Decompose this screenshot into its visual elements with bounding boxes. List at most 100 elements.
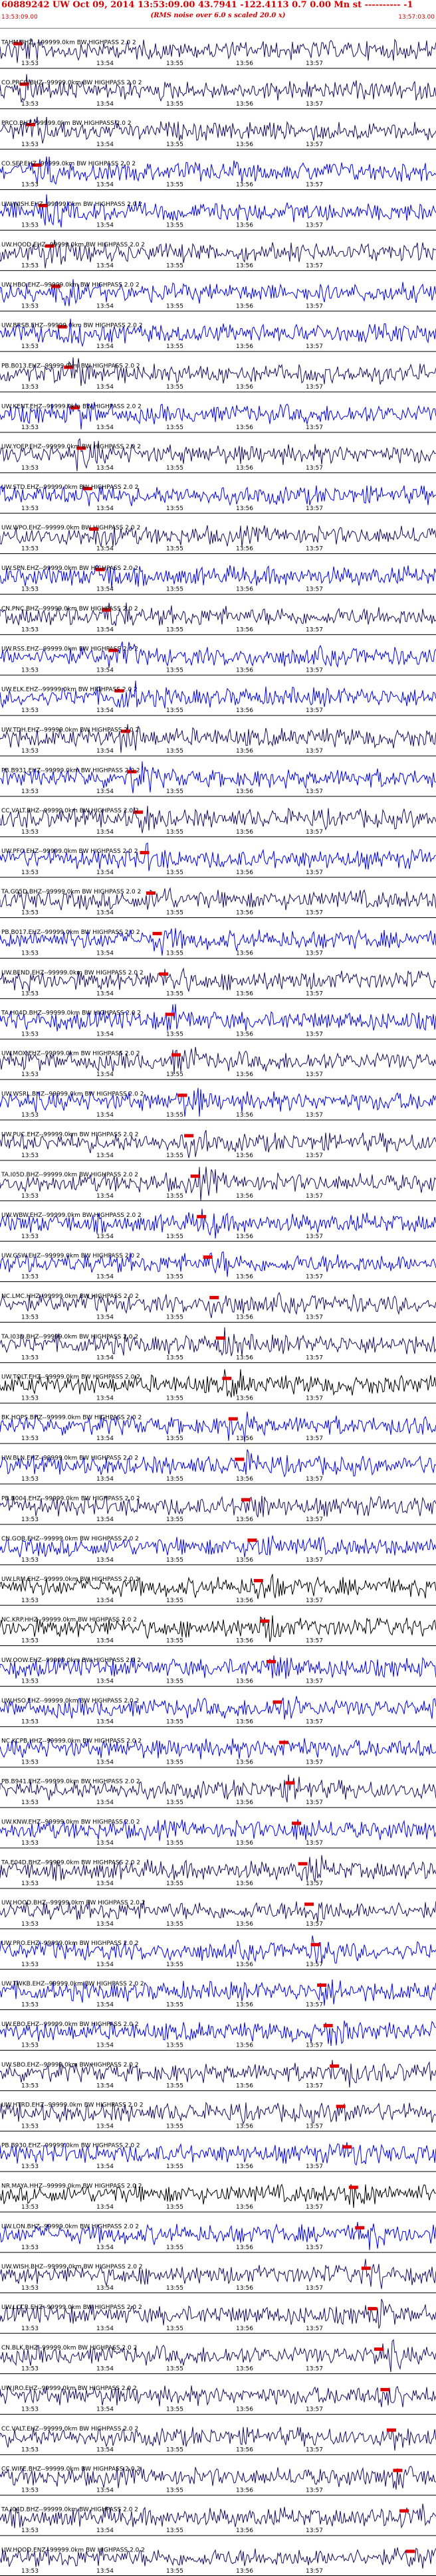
time-tick-label: 13:53 xyxy=(21,1315,39,1321)
time-tick-label: 13:53 xyxy=(21,1435,39,1442)
time-tick-label: 13:54 xyxy=(96,1476,114,1483)
trace-row: UW.PRO.EHZ--99999.0km BW HIGHPASS 2.0 2 1… xyxy=(0,1928,436,1968)
trace-row: NR.MAYA.HHZ--99999.0km BW HIGHPASS 2.0 2… xyxy=(0,2171,436,2211)
time-tick-label: 13:57 xyxy=(306,182,323,189)
time-tick-label: 13:54 xyxy=(96,2204,114,2211)
time-tick-label: 13:57 xyxy=(306,991,323,998)
phase-pick-marker xyxy=(222,1376,232,1380)
time-tick-label: 13:56 xyxy=(236,1921,253,1928)
time-tick-label: 13:54 xyxy=(96,424,114,431)
trace-row: TA.I04D.BHZ--99999.0km BW HIGHPASS 2.0 2… xyxy=(0,2494,436,2534)
time-tick-label: 13:56 xyxy=(236,1435,253,1442)
trace-row: UW.LON.BHZ--99999.0km BW HIGHPASS 2.0 2 1… xyxy=(0,2211,436,2251)
time-tick-label: 13:55 xyxy=(166,1598,183,1604)
time-tick-label: 13:54 xyxy=(96,1962,114,1968)
trace-row: CC.VALT.BHZ--99999.0km BW HIGHPASS 2.0 2… xyxy=(0,796,436,836)
trace-row: UW.RSS.EHZ--99999.0km BW HIGHPASS 2.0 2 1… xyxy=(0,634,436,674)
time-tick-label: 13:54 xyxy=(96,1395,114,1402)
time-tick-label: 13:53 xyxy=(21,2163,39,2170)
time-tick-label: 13:53 xyxy=(21,2528,39,2534)
channel-label: UW.OOW.EHZ--99999.0km BW HIGHPASS 2.0 2 xyxy=(1,1657,141,1664)
phase-pick-marker xyxy=(247,1538,257,1542)
time-tick-label: 13:56 xyxy=(236,1071,253,1078)
phase-pick-marker xyxy=(209,1295,219,1299)
time-tick-label: 13:54 xyxy=(96,1152,114,1159)
time-tick-label: 13:55 xyxy=(166,1517,183,1523)
time-tick-label: 13:55 xyxy=(166,1315,183,1321)
waveform-trace xyxy=(0,74,436,103)
time-tick-label: 13:57 xyxy=(306,2447,323,2454)
time-tick-label: 13:57 xyxy=(306,2285,323,2292)
event-title: 60889242 UW Oct 09, 2014 13:53:09.00 43.… xyxy=(1,0,413,10)
trace-row: UW.PUC.EHZ--99999.0km BW HIGHPASS 2.0 2 1… xyxy=(0,1119,436,1159)
time-tick-label: 13:55 xyxy=(166,465,183,472)
time-tick-label: 13:54 xyxy=(96,1517,114,1523)
time-tick-label: 13:53 xyxy=(21,829,39,836)
time-tick-label: 13:56 xyxy=(236,182,253,189)
time-tick-label: 13:55 xyxy=(166,1152,183,1159)
phase-pick-marker xyxy=(361,2266,371,2270)
time-tick-label: 13:56 xyxy=(236,1557,253,1564)
channel-label: UW.PUC.EHZ--99999.0km BW HIGHPASS 2.0 2 xyxy=(1,1131,138,1138)
channel-label: TAHM.BHZ..--99999.0km BW HIGHPASS 2.0 2 xyxy=(1,39,136,46)
time-tick-label: 13:53 xyxy=(21,384,39,391)
time-tick-label: 13:53 xyxy=(21,1799,39,1806)
phase-pick-marker xyxy=(184,1134,194,1138)
phase-pick-marker xyxy=(279,1740,288,1744)
time-tick-label: 13:56 xyxy=(236,1031,253,1038)
trace-row: TA.G05D.BHZ--99999.0km BW HIGHPASS 2.0 2… xyxy=(0,877,436,917)
time-tick-label: 13:57 xyxy=(306,1799,323,1806)
time-tick-label: 13:57 xyxy=(306,1598,323,1604)
time-tick-label: 13:57 xyxy=(306,1112,323,1119)
time-tick-label: 13:54 xyxy=(96,870,114,876)
trace-row: TA.E04D.BHZ--99999.0km BW HIGHPASS 2.0 2… xyxy=(0,1847,436,1887)
time-tick-label: 13:53 xyxy=(21,1152,39,1159)
time-tick-label: 13:56 xyxy=(236,951,253,957)
phase-pick-marker xyxy=(285,1781,295,1785)
time-tick-label: 13:54 xyxy=(96,2447,114,2454)
time-tick-label: 13:54 xyxy=(96,2043,114,2049)
time-tick-label: 13:57 xyxy=(306,384,323,391)
time-tick-label: 13:56 xyxy=(236,1962,253,1968)
time-tick-label: 13:54 xyxy=(96,263,114,270)
time-tick-label: 13:55 xyxy=(166,506,183,512)
trace-row: UW.PFO.EHZ--99999.0km BW HIGHPASS 2.0 2 1… xyxy=(0,836,436,876)
channel-label: UW.MOX.EHZ--99999.0km BW HIGHPASS 2.0 2 xyxy=(1,1051,140,1058)
trace-row: UW.BRSB.EHZ--99999.0km BW HIGHPASS 2.0 2… xyxy=(0,310,436,350)
channel-label: UW.JRO.EHZ--99999.0km BW HIGHPASS 2.0 2 xyxy=(1,2385,137,2392)
time-tick-label: 13:56 xyxy=(236,870,253,876)
time-tick-label: 13:53 xyxy=(21,1881,39,1887)
time-tick-label: 13:55 xyxy=(166,1921,183,1928)
time-tick-label: 13:55 xyxy=(166,1031,183,1038)
time-tick-label: 13:56 xyxy=(236,2245,253,2251)
time-tick-label: 13:57 xyxy=(306,1759,323,1766)
trace-row: UW.STD.EHZ--99999.0km BW HIGHPASS 2.0 2 1… xyxy=(0,472,436,512)
time-tick-label: 13:57 xyxy=(306,263,323,270)
time-tick-label: 13:53 xyxy=(21,182,39,189)
time-tick-label: 13:57 xyxy=(306,2568,323,2575)
trace-row: PB.B941.EHZ--99999.0km BW HIGHPASS 2.0 2… xyxy=(0,1766,436,1806)
seismogram-plot: TAHM.BHZ..--99999.0km BW HIGHPASS 2.0 2 1… xyxy=(0,28,436,2576)
time-tick-label: 13:55 xyxy=(166,707,183,714)
trace-row: UW.HSO.EHZ--99999.0km BW HIGHPASS 2.0 2 1… xyxy=(0,1685,436,1726)
trace-row: UW.WBW.EHZ--99999.0km BW HIGHPASS 2.0 2 1… xyxy=(0,1200,436,1240)
channel-label: UW.BEND.EHZ--99999.0km BW HIGHPASS 2.0 2 xyxy=(1,970,144,976)
time-tick-label: 13:53 xyxy=(21,1395,39,1402)
time-tick-label: 13:56 xyxy=(236,1395,253,1402)
waveform-trace xyxy=(0,1004,436,1032)
phase-pick-marker xyxy=(177,1093,187,1097)
phase-pick-marker xyxy=(190,1174,200,1178)
time-tick-label: 13:53 xyxy=(21,2487,39,2494)
time-tick-label: 13:55 xyxy=(166,424,183,431)
time-tick-label: 13:53 xyxy=(21,2002,39,2009)
time-tick-label: 13:56 xyxy=(236,1799,253,1806)
time-tick-label: 13:57 xyxy=(306,1962,323,1968)
time-tick-label: 13:56 xyxy=(236,1598,253,1604)
time-tick-label: 13:54 xyxy=(96,1557,114,1564)
trace-row: UW.BLN.EHZ--99999.0km BW HIGHPASS 2.0 2 1… xyxy=(0,1443,436,1483)
trace-row: UW.EBO.EHZ--99999.0km BW HIGHPASS 2.0 2 1… xyxy=(0,2009,436,2049)
channel-label: UW.TWKB.EHZ--99999.0km BW HIGHPASS 2.0 2 xyxy=(1,1981,144,1987)
phase-pick-marker xyxy=(355,2226,365,2230)
time-tick-label: 13:57 xyxy=(306,2002,323,2009)
time-tick-label: 13:54 xyxy=(96,1759,114,1766)
